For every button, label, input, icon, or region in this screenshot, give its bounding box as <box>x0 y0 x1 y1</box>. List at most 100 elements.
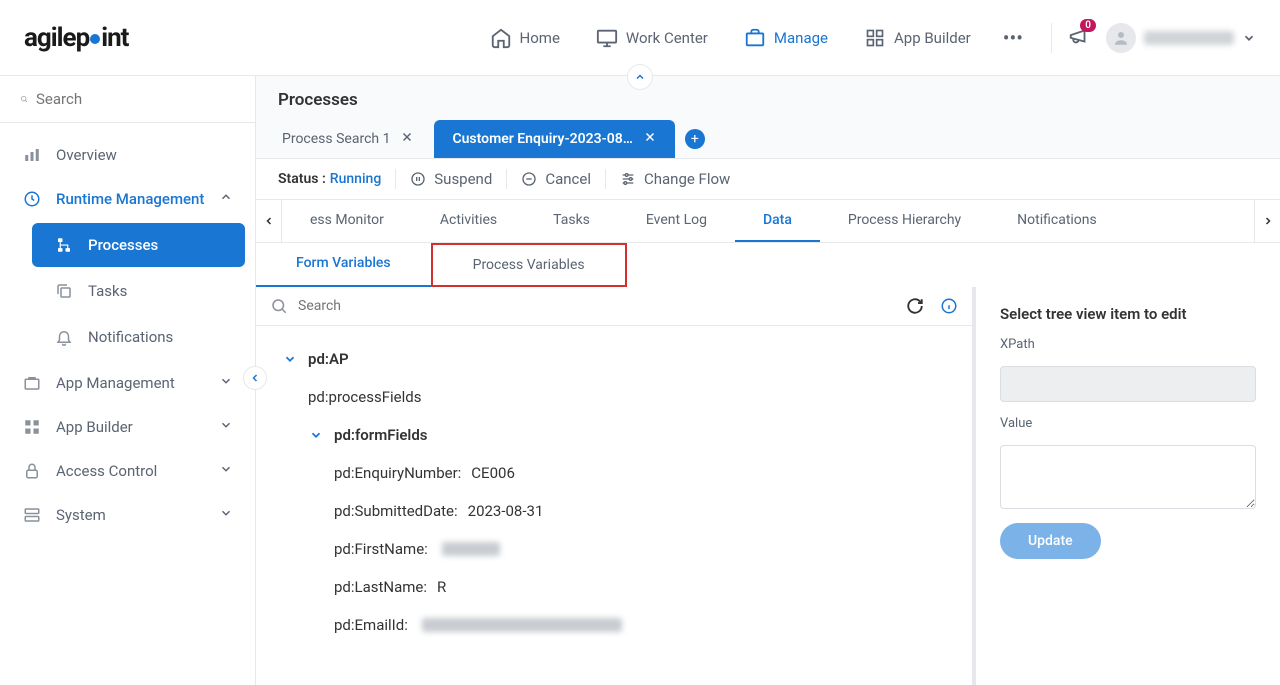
tree-node-label: pd:AP <box>308 350 349 368</box>
subtab-scroll-left[interactable] <box>256 200 282 242</box>
suspend-button[interactable]: Suspend <box>410 170 492 188</box>
tree-leaf[interactable]: pd:SubmittedDate: 2023-08-31 <box>270 492 958 530</box>
xpath-input <box>1000 366 1256 402</box>
briefcase-icon <box>744 27 766 49</box>
edit-panel: Select tree view item to edit XPath Valu… <box>976 287 1280 685</box>
nav-work-center-label: Work Center <box>626 29 708 47</box>
tree-node-formfields[interactable]: pd:formFields <box>270 416 958 454</box>
sidebar-item-label: Runtime Management <box>56 190 204 208</box>
sidebar-item-label: Processes <box>88 236 158 254</box>
sidebar-item-label: Notifications <box>88 328 173 346</box>
chevron-down-icon <box>282 352 298 366</box>
nav-home-label: Home <box>520 29 560 47</box>
subtab-process-hierarchy[interactable]: Process Hierarchy <box>820 200 989 242</box>
header: agilepint Home Work Center Manage App Bu… <box>0 0 1280 76</box>
chevron-up-icon <box>634 71 646 83</box>
close-icon[interactable] <box>400 130 414 148</box>
sidebar-item-notifications[interactable]: Notifications <box>32 315 245 359</box>
tree-search-input[interactable] <box>298 298 896 314</box>
sidebar-item-overview[interactable]: Overview <box>0 133 255 177</box>
add-tab-button[interactable]: + <box>685 129 705 149</box>
content-area: pd:AP pd:processFields pd:formFields pd:… <box>256 287 1280 685</box>
clock-icon <box>22 189 42 209</box>
notifications-button[interactable]: 0 <box>1068 25 1090 51</box>
sidebar-item-app-management[interactable]: App Management <box>0 361 255 405</box>
subtab-scroll-right[interactable] <box>1254 200 1280 242</box>
tree-body: pd:AP pd:processFields pd:formFields pd:… <box>256 326 972 685</box>
change-flow-label: Change Flow <box>644 170 730 188</box>
sidebar-item-label: App Management <box>56 374 175 392</box>
info-icon[interactable] <box>940 297 958 315</box>
nav-manage[interactable]: Manage <box>728 19 844 57</box>
tab-label: Customer Enquiry-2023-08… <box>452 131 632 147</box>
tree-panel: pd:AP pd:processFields pd:formFields pd:… <box>256 287 976 685</box>
flow-icon <box>54 235 74 255</box>
briefcase-small-icon <box>22 373 42 393</box>
sidebar-item-app-builder[interactable]: App Builder <box>0 405 255 449</box>
server-icon <box>22 505 42 525</box>
tree-node-ap[interactable]: pd:AP <box>270 340 958 378</box>
user-icon <box>1112 29 1130 47</box>
sidebar-item-label: App Builder <box>56 418 133 436</box>
tab-customer-enquiry[interactable]: Customer Enquiry-2023-08… <box>434 120 674 158</box>
tree-leaf[interactable]: pd:EnquiryNumber: CE006 <box>270 454 958 492</box>
update-button[interactable]: Update <box>1000 523 1101 559</box>
chevron-left-icon <box>249 372 261 384</box>
tab-form-variables[interactable]: Form Variables <box>256 243 431 287</box>
change-flow-button[interactable]: Change Flow <box>620 170 730 188</box>
grid-icon <box>864 27 886 49</box>
tree-node-processfields[interactable]: pd:processFields <box>270 378 958 416</box>
tab-process-variables[interactable]: Process Variables <box>431 243 627 287</box>
sidebar-item-label: System <box>56 506 106 524</box>
search-icon <box>270 297 288 315</box>
home-icon <box>490 27 512 49</box>
user-name <box>1144 31 1234 45</box>
sidebar-item-processes[interactable]: Processes <box>32 223 245 267</box>
tree-search-row <box>256 287 972 326</box>
header-collapse-toggle[interactable] <box>627 64 653 90</box>
sidebar-search-input[interactable] <box>36 90 235 108</box>
sidebar-item-system[interactable]: System <box>0 493 255 537</box>
cancel-button[interactable]: Cancel <box>521 170 591 188</box>
bell-icon <box>54 327 74 347</box>
nav-manage-label: Manage <box>774 29 828 47</box>
sidebar-item-label: Access Control <box>56 462 157 480</box>
nav-work-center[interactable]: Work Center <box>580 19 724 57</box>
pause-icon <box>410 171 426 187</box>
close-icon[interactable] <box>643 130 657 148</box>
logo-dot-icon <box>90 34 100 44</box>
tab-label: Process Search 1 <box>282 131 390 147</box>
tree-leaf[interactable]: pd:LastName: R <box>270 568 958 606</box>
sidebar-item-tasks[interactable]: Tasks <box>32 269 245 313</box>
user-menu[interactable] <box>1106 23 1256 53</box>
varsubtab-bar: Form Variables Process Variables <box>256 243 1280 287</box>
tree-leaf[interactable]: pd:FirstName: <box>270 530 958 568</box>
subtab-tasks[interactable]: Tasks <box>525 200 618 242</box>
copy-icon <box>54 281 74 301</box>
nav-home[interactable]: Home <box>474 19 576 57</box>
sidebar-search[interactable] <box>0 76 255 123</box>
nav-app-builder[interactable]: App Builder <box>848 19 987 57</box>
lock-icon <box>22 461 42 481</box>
subtab-data[interactable]: Data <box>735 200 820 242</box>
refresh-icon[interactable] <box>906 297 924 315</box>
tab-bar: Process Search 1 Customer Enquiry-2023-0… <box>256 120 1280 159</box>
tree-leaf[interactable]: pd:EmailId: <box>270 606 958 644</box>
sidebar-item-label: Tasks <box>88 282 127 300</box>
sidebar-item-access-control[interactable]: Access Control <box>0 449 255 493</box>
value-textarea[interactable] <box>1000 445 1256 509</box>
nav-more[interactable]: ••• <box>991 18 1035 58</box>
subtab-activities[interactable]: Activities <box>412 200 525 242</box>
page-title: Processes <box>256 76 1280 120</box>
tree-node-label: pd:formFields <box>334 426 428 444</box>
tab-process-search-1[interactable]: Process Search 1 <box>264 120 432 158</box>
subtab-ess-monitor[interactable]: ess Monitor <box>282 200 412 242</box>
subtab-notifications[interactable]: Notifications <box>989 200 1125 242</box>
sidebar-item-runtime-management[interactable]: Runtime Management <box>0 177 255 221</box>
sidebar-collapse-toggle[interactable] <box>243 366 267 390</box>
subtab-event-log[interactable]: Event Log <box>618 200 735 242</box>
status-label: Status : <box>278 171 326 187</box>
chevron-down-icon <box>308 428 324 442</box>
avatar <box>1106 23 1136 53</box>
nav-app-builder-label: App Builder <box>894 29 971 47</box>
